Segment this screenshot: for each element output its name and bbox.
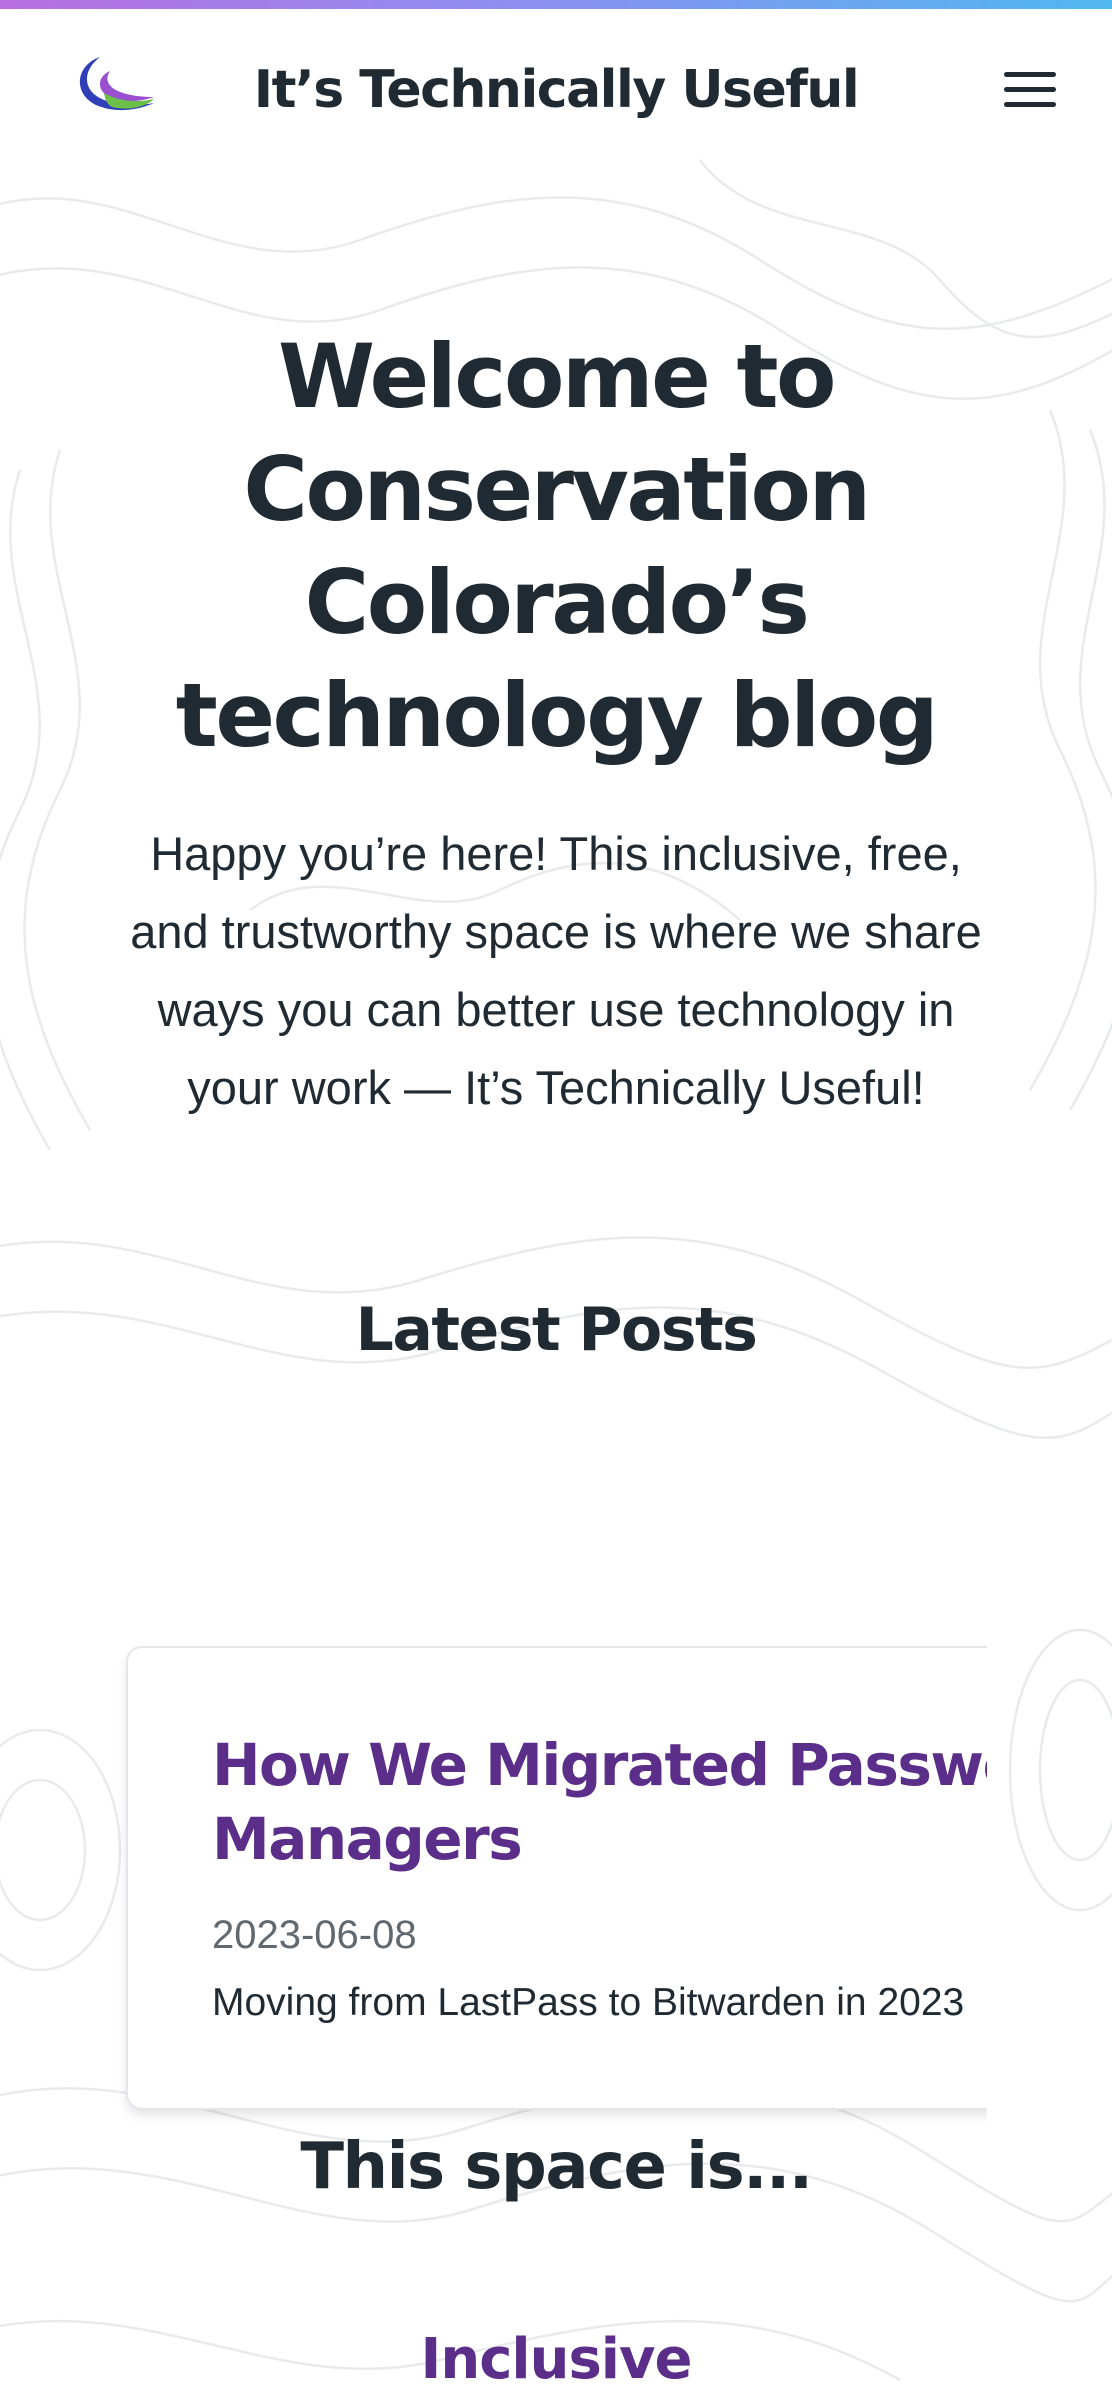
swoosh-logo-icon[interactable] (70, 53, 156, 117)
hamburger-menu-icon[interactable] (1002, 65, 1058, 113)
hero-title: Welcome to Conservation Colorado’s techn… (175, 325, 939, 767)
post-card[interactable]: How We Migrated Password Managers 2023-0… (126, 1646, 987, 2110)
top-accent-bar (0, 0, 1112, 9)
post-date: 2023-06-08 (212, 1913, 417, 1957)
posts-carousel[interactable]: How We Migrated Password Managers 2023-0… (0, 1480, 987, 2140)
hero-intro: Happy you’re here! This inclusive, free,… (130, 827, 982, 1114)
this-space-heading: This space is... (300, 2130, 813, 2204)
latest-posts-heading: Latest Posts (355, 1295, 758, 1365)
value-item-inclusive: Inclusive (420, 2327, 693, 2392)
site-title[interactable]: It’s Technically Useful (0, 55, 1112, 125)
site-header: It’s Technically Useful (0, 9, 1112, 150)
post-summary: Moving from LastPass to Bitwarden in 202… (212, 1981, 965, 2024)
post-title-link[interactable]: How We Migrated Password Managers (212, 1728, 987, 1876)
